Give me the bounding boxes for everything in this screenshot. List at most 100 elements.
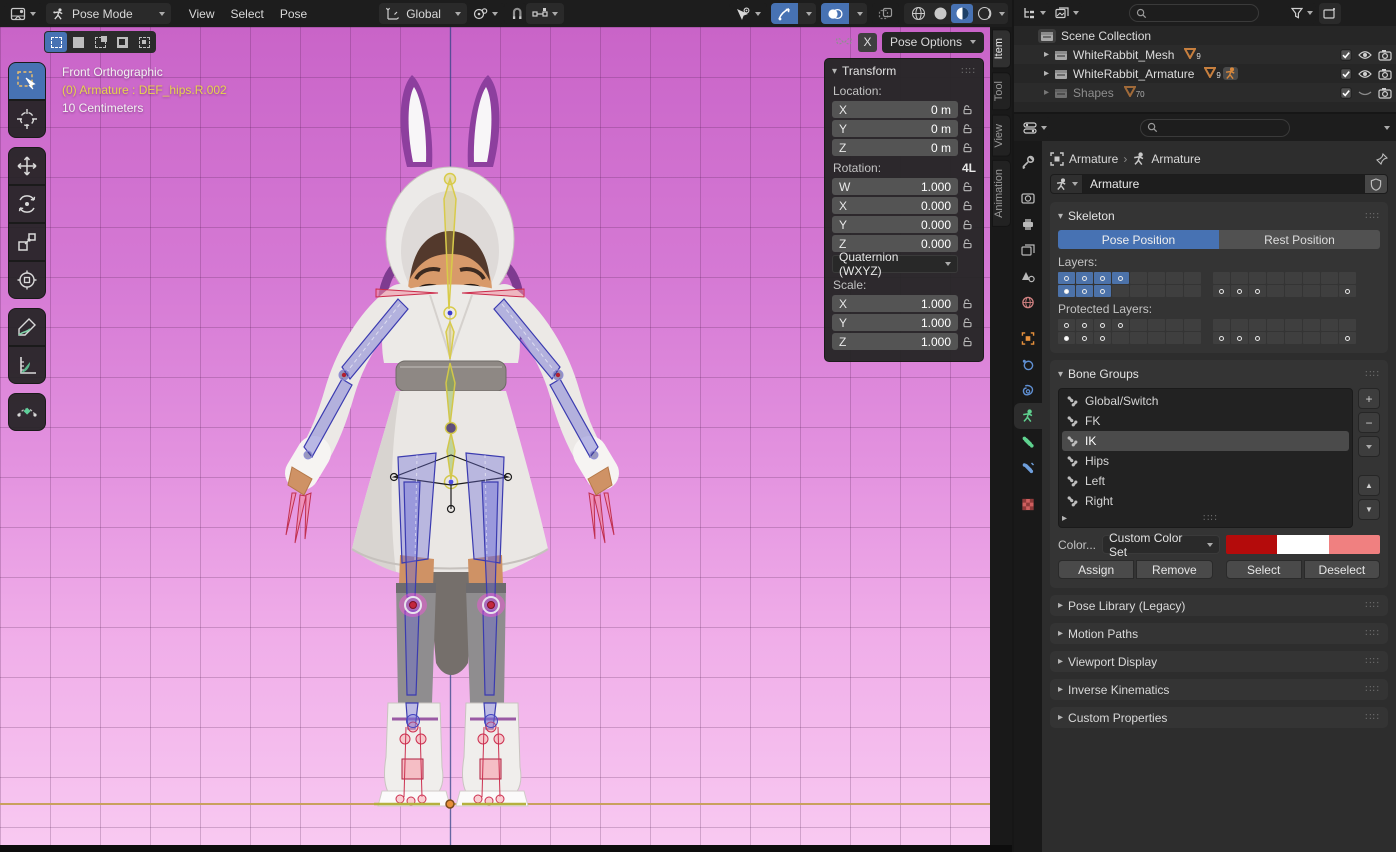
tab-object-data-properties[interactable] [1014, 403, 1042, 429]
tab-render-properties[interactable] [1014, 185, 1042, 211]
armature-layer-cell[interactable] [1184, 285, 1201, 297]
tool-measure[interactable] [8, 346, 46, 384]
remove-bone-group-button[interactable]: − [1358, 412, 1380, 433]
checkbox-icon[interactable] [1340, 87, 1352, 99]
armature-layer-cell[interactable] [1303, 332, 1320, 344]
panel-expand-icon[interactable]: ▾ [1058, 211, 1063, 222]
armature-layer-cell[interactable] [1094, 272, 1111, 284]
inverse-kinematics-panel[interactable]: ▸ Inverse Kinematics ∷∷ [1050, 679, 1388, 700]
lock-icon[interactable] [958, 336, 976, 347]
new-collection-button[interactable] [1319, 3, 1341, 24]
rotation-mode-badge[interactable]: 4L [962, 161, 976, 175]
tool-select-box[interactable] [8, 62, 46, 100]
armature-layer-cell[interactable] [1267, 319, 1284, 331]
armature-layer-cell[interactable] [1231, 285, 1248, 297]
xray-toggle[interactable] [872, 3, 899, 24]
armature-layer-cell[interactable] [1112, 332, 1129, 344]
move-group-down-button[interactable]: ▼ [1358, 499, 1380, 520]
panel-grip[interactable]: ∷∷ [1365, 684, 1380, 695]
outliner-filter-dropdown[interactable] [1288, 3, 1316, 24]
armature-layer-cell[interactable] [1130, 285, 1147, 297]
armature-layer-cell[interactable] [1249, 319, 1266, 331]
armature-layer-cell[interactable] [1112, 319, 1129, 331]
armature-layer-cell[interactable] [1213, 332, 1230, 344]
tab-animation[interactable]: Animation [992, 160, 1011, 227]
armature-layer-cell[interactable] [1130, 332, 1147, 344]
panel-expand-icon[interactable]: ▸ [1058, 628, 1063, 639]
scale-x-field[interactable]: X1.000 [832, 295, 958, 312]
panel-grip[interactable]: ∷∷ [1365, 369, 1380, 380]
select-mode-intersect[interactable] [133, 32, 155, 52]
outliner-row-mesh-collection[interactable]: ▸ WhiteRabbit_Mesh 9 [1014, 45, 1396, 64]
tab-tool-properties[interactable] [1014, 149, 1042, 175]
armature-layer-cell[interactable] [1303, 319, 1320, 331]
armature-layer-cell[interactable] [1267, 285, 1284, 297]
armature-layer-cell[interactable] [1231, 319, 1248, 331]
lock-icon[interactable] [958, 142, 976, 153]
tab-object-properties[interactable] [1014, 325, 1042, 351]
armature-layer-cell[interactable] [1249, 285, 1266, 297]
datablock-name-input[interactable]: Armature [1083, 174, 1364, 194]
disclosure-icon[interactable]: ▸ [1044, 68, 1049, 79]
tool-rotate[interactable] [8, 185, 46, 223]
armature-layer-cell[interactable] [1184, 272, 1201, 284]
disclosure-icon[interactable]: ▸ [1044, 49, 1049, 60]
tab-bone-constraint-properties[interactable] [1014, 455, 1042, 481]
armature-layer-cell[interactable] [1321, 332, 1338, 344]
outliner-search-input[interactable] [1129, 4, 1259, 22]
panel-grip[interactable]: ∷∷ [1365, 628, 1380, 639]
lock-icon[interactable] [958, 200, 976, 211]
datablock-selector[interactable] [1050, 174, 1083, 194]
tab-item[interactable]: Item [992, 29, 1011, 68]
tab-physics-properties[interactable] [1014, 351, 1042, 377]
camera-visibility-icon[interactable] [1378, 87, 1392, 99]
armature-layer-cell[interactable] [1184, 319, 1201, 331]
armature-layer-cell[interactable] [1166, 319, 1183, 331]
camera-visibility-icon[interactable] [1378, 49, 1392, 61]
lock-icon[interactable] [958, 123, 976, 134]
tool-transform[interactable] [8, 261, 46, 299]
armature-layer-cell[interactable] [1249, 332, 1266, 344]
overlays-dropdown[interactable] [849, 3, 867, 24]
outliner-row-scene-collection[interactable]: Scene Collection [1014, 26, 1396, 45]
armature-layer-cell[interactable] [1213, 285, 1230, 297]
bone-group-item[interactable]: FK [1062, 411, 1349, 431]
object-visibility-dropdown[interactable] [729, 3, 767, 24]
armature-layer-cell[interactable] [1321, 272, 1338, 284]
protected-layers-grid[interactable] [1058, 319, 1380, 344]
lock-icon[interactable] [958, 238, 976, 249]
select-mode-subtract[interactable] [111, 32, 133, 52]
shading-rendered-button[interactable] [973, 4, 995, 23]
armature-layer-cell[interactable] [1058, 332, 1075, 344]
eye-icon[interactable] [1358, 50, 1372, 60]
list-filter-expand-icon[interactable]: ▸ [1062, 513, 1067, 524]
overlays-toggle[interactable] [821, 3, 849, 24]
fake-user-button[interactable] [1364, 174, 1388, 194]
armature-layer-cell[interactable] [1166, 285, 1183, 297]
armature-layer-cell[interactable] [1303, 272, 1320, 284]
rotation-mode-dropdown[interactable]: Quaternion (WXYZ) [832, 255, 958, 273]
tab-viewlayer-properties[interactable] [1014, 237, 1042, 263]
viewport-display-panel[interactable]: ▸ Viewport Display ∷∷ [1050, 651, 1388, 672]
tool-annotate[interactable] [8, 308, 46, 346]
armature-layer-cell[interactable] [1249, 272, 1266, 284]
color-set-dropdown[interactable]: Custom Color Set [1102, 535, 1220, 554]
armature-layer-cell[interactable] [1166, 272, 1183, 284]
armature-layer-cell[interactable] [1321, 285, 1338, 297]
lock-icon[interactable] [958, 219, 976, 230]
bone-group-item[interactable]: Right [1062, 491, 1349, 511]
armature-layer-cell[interactable] [1285, 285, 1302, 297]
shading-material-button[interactable] [951, 4, 973, 23]
armature-layer-cell[interactable] [1130, 272, 1147, 284]
menu-view[interactable]: View [181, 7, 223, 21]
tab-view[interactable]: View [992, 115, 1011, 157]
shading-solid-button[interactable] [929, 4, 951, 23]
select-button[interactable]: Select [1226, 560, 1302, 579]
panel-expand-icon[interactable]: ▸ [1058, 656, 1063, 667]
tab-world-properties[interactable] [1014, 289, 1042, 315]
gizmos-toggle[interactable] [771, 3, 798, 24]
tab-scene-properties[interactable] [1014, 263, 1042, 289]
armature-layer-cell[interactable] [1148, 285, 1165, 297]
assign-button[interactable]: Assign [1058, 560, 1134, 579]
armature-layer-cell[interactable] [1339, 285, 1356, 297]
